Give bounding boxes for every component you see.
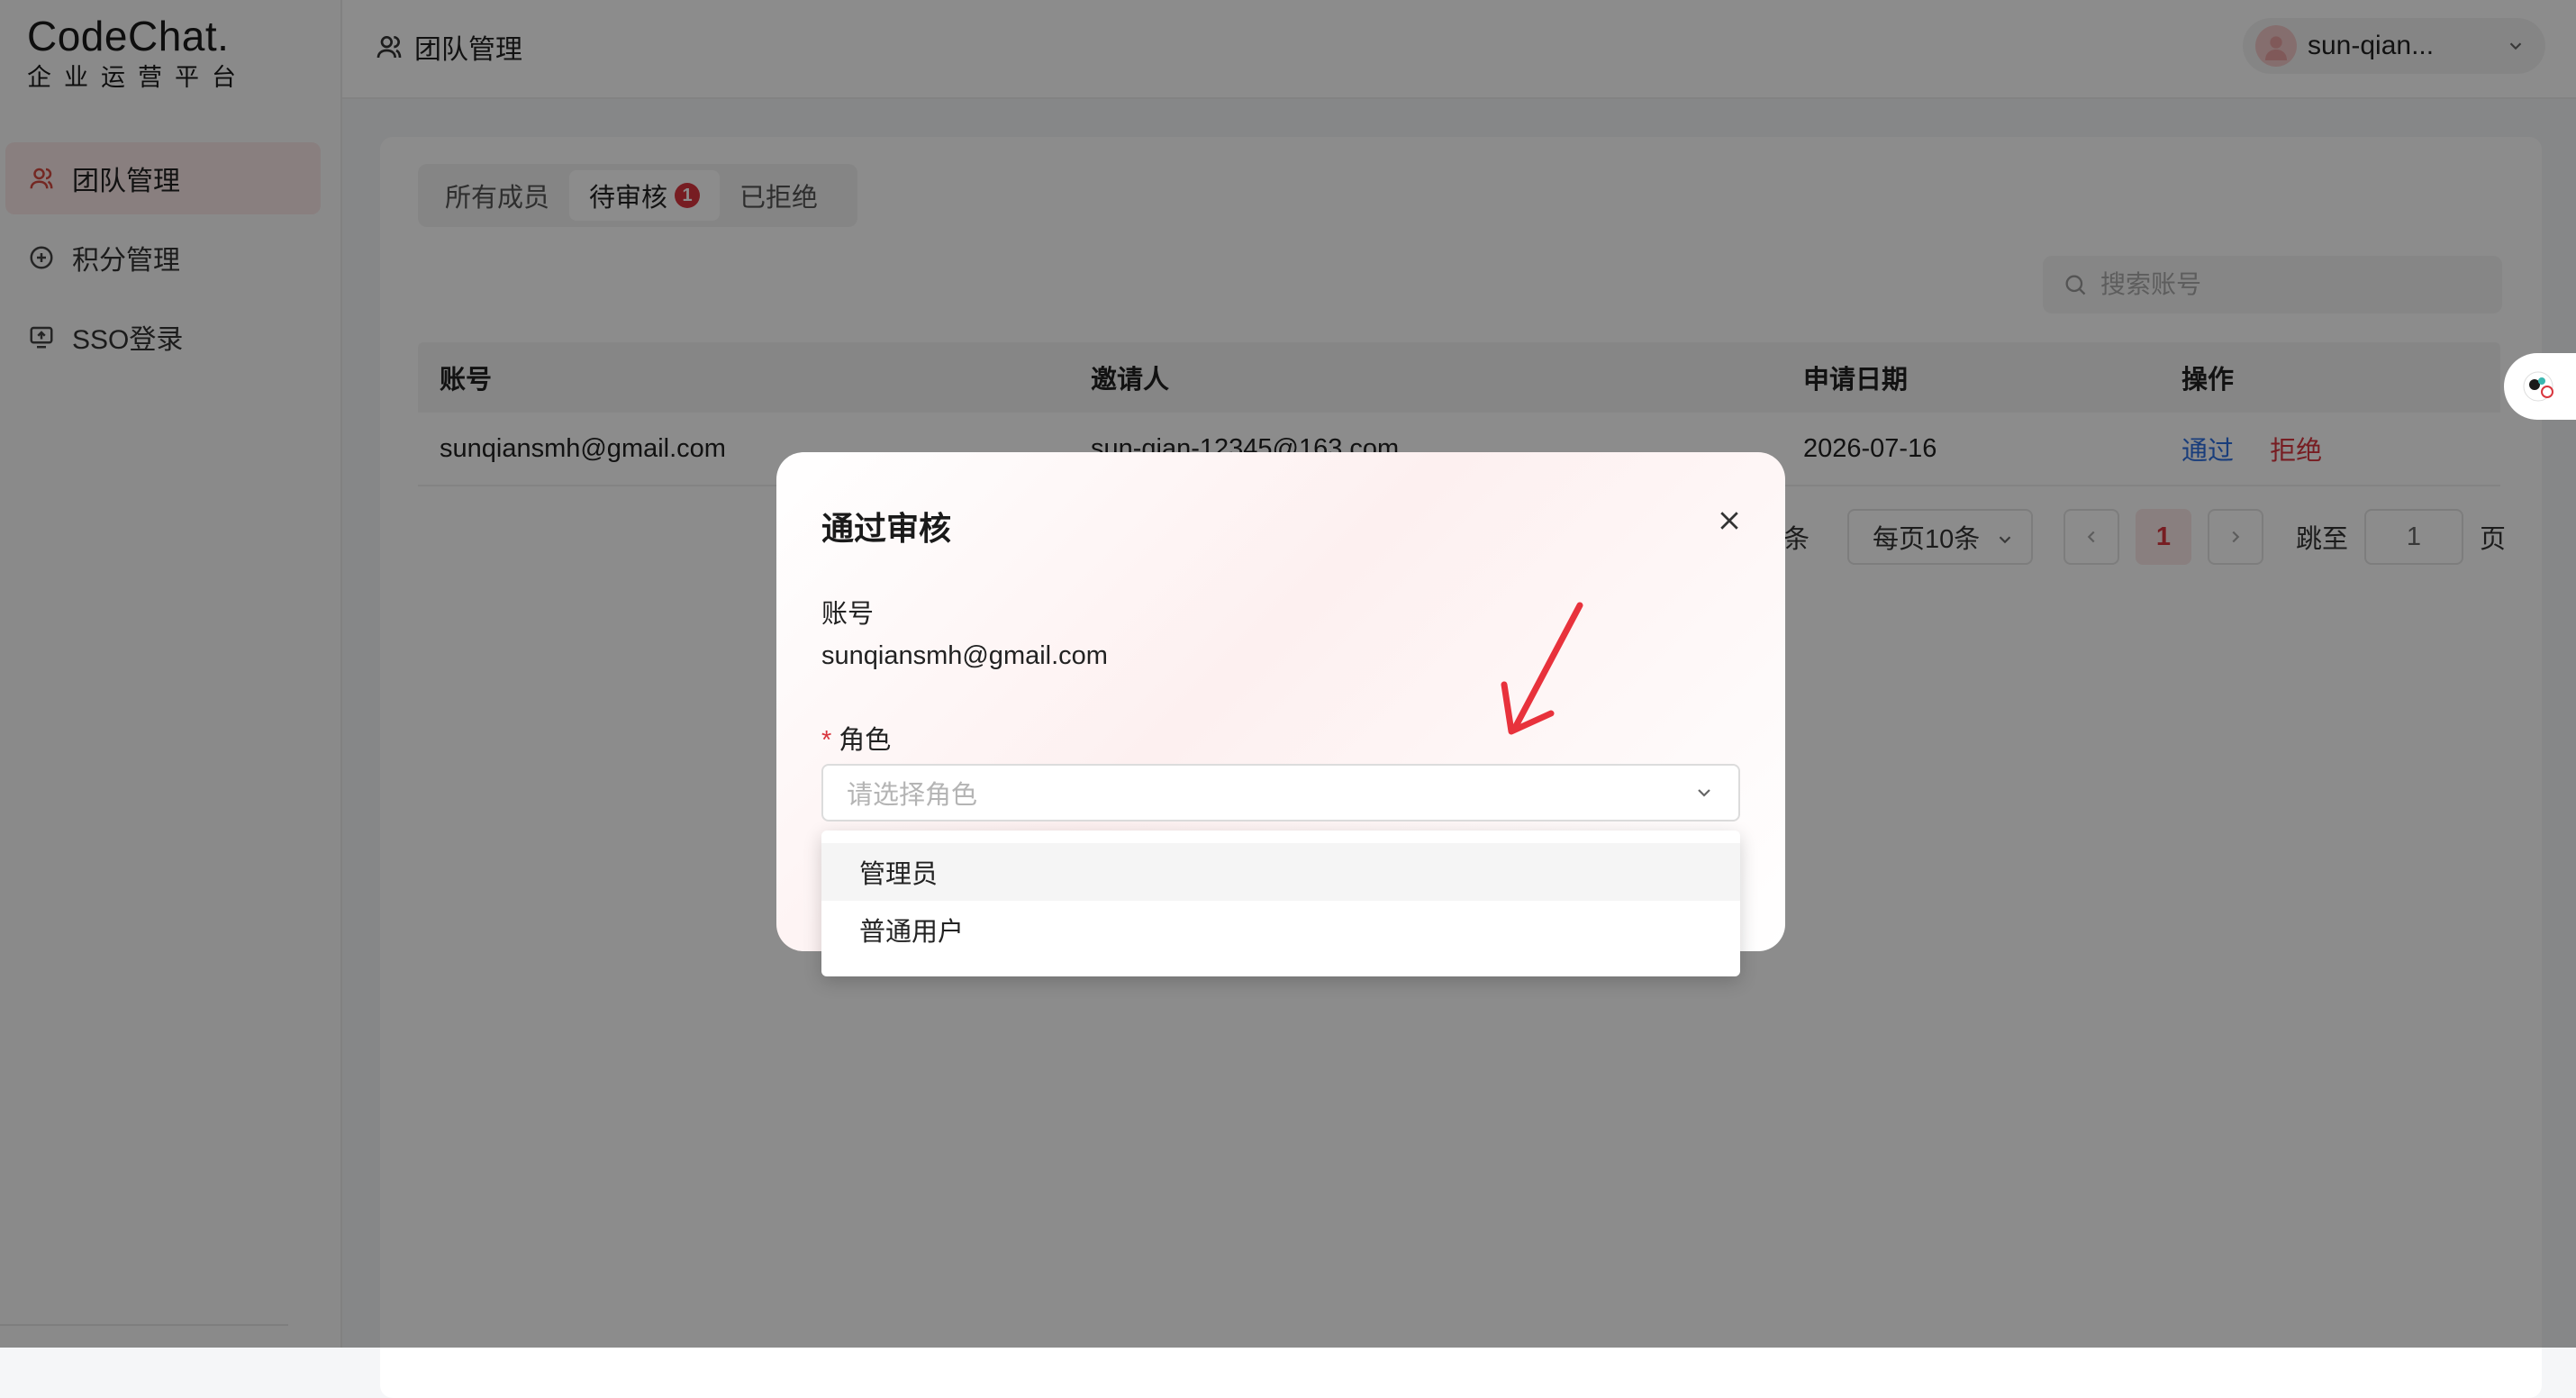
- role-option-admin[interactable]: 管理员: [821, 843, 1740, 901]
- page: CodeChat. 企业运营平台 团队管理 积分管理 SSO登录 团队管理 su…: [0, 0, 2576, 1398]
- role-select-placeholder: 请选择角色: [847, 781, 978, 810]
- chevron-down-icon: [1693, 782, 1715, 808]
- required-mark: *: [821, 726, 832, 755]
- floating-assistant-button[interactable]: [2504, 353, 2576, 420]
- dialog-title: 通过审核: [821, 510, 952, 547]
- close-icon: [1720, 512, 1738, 530]
- role-label-text: 角色: [839, 726, 892, 755]
- role-dropdown: 管理员 普通用户: [821, 831, 1740, 976]
- close-button[interactable]: [1713, 504, 1746, 537]
- role-select[interactable]: 请选择角色: [821, 764, 1740, 822]
- account-label: 账号: [821, 600, 875, 629]
- role-option-user[interactable]: 普通用户: [821, 901, 1740, 958]
- annotation-arrow-icon: [1501, 602, 1583, 735]
- account-value: sunqiansmh@gmail.com: [821, 641, 1108, 670]
- role-label: * 角色: [821, 719, 891, 757]
- assistant-icon: [2523, 371, 2553, 402]
